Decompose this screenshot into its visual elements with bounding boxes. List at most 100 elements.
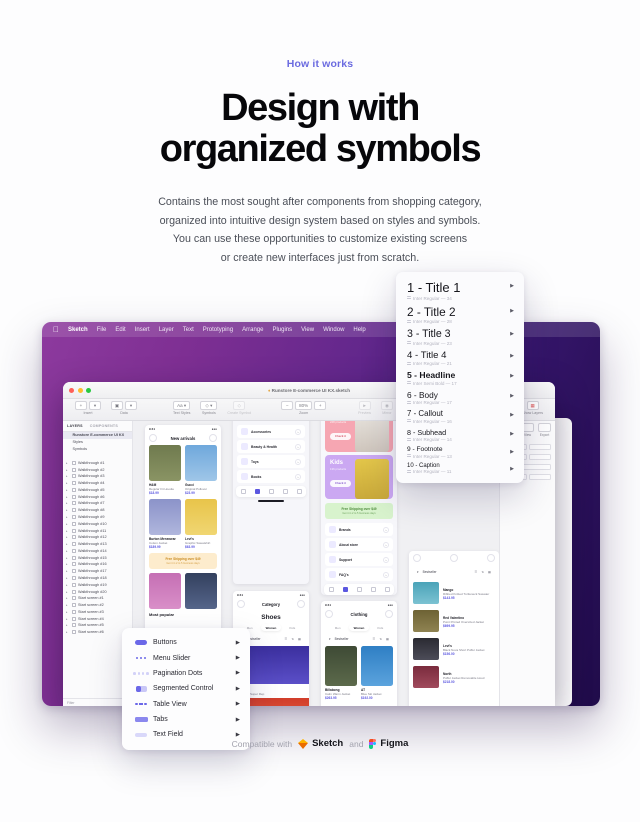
profile-icon[interactable] (296, 489, 302, 494)
disclosure-triangle-icon[interactable]: ▸ (66, 603, 69, 607)
inspector-export-button[interactable]: Export (537, 423, 552, 437)
component-row[interactable]: Buttons ▶ (122, 635, 250, 650)
search-icon[interactable] (450, 554, 458, 562)
chevron-right-icon[interactable]: › (383, 571, 389, 578)
layers-list-item[interactable]: ▸ Walkthrough #10 (63, 520, 132, 527)
inspector-field[interactable] (528, 444, 551, 450)
chevron-right-icon[interactable]: ▶ (236, 655, 240, 661)
zoom-out-icon[interactable]: − (281, 401, 294, 410)
typography-style-row[interactable]: 6 - Body Inter Regular — 17 ▶ (396, 389, 524, 409)
chevron-right-icon[interactable]: ▶ (510, 412, 514, 418)
layers-list-item[interactable]: ▸ Walkthrough #6 (63, 493, 132, 500)
chevron-right-icon[interactable]: › (295, 473, 301, 480)
layers-list-item[interactable]: ▸ Walkthrough #2 (63, 466, 132, 473)
menu-item-window[interactable]: Window (323, 327, 344, 333)
chevron-right-icon[interactable]: ▶ (510, 393, 514, 399)
typography-style-row[interactable]: 10 - Caption Inter Regular — 11 ▶ (396, 462, 524, 478)
disclosure-triangle-icon[interactable]: ▸ (66, 590, 69, 594)
layers-toggle-icon[interactable]: ▦ (526, 401, 539, 410)
filter-bar[interactable]: ▾ Bestseller ☰ ⇅ ▦ (325, 634, 393, 644)
typography-styles-panel[interactable]: 1 - Title 1 Inter Regular — 34 ▶ 2 - Title … (396, 272, 524, 483)
menu-item-arrange[interactable]: Arrange (242, 327, 263, 333)
chevron-right-icon[interactable]: › (295, 458, 301, 465)
disclosure-triangle-icon[interactable]: ▸ (66, 488, 69, 492)
category-row[interactable]: Accessories › (237, 425, 305, 438)
sort-icon[interactable]: ⇅ (481, 570, 484, 574)
layers-list-item[interactable]: ▸ Start screen #4 (63, 615, 132, 622)
segment-men[interactable]: Men (330, 624, 346, 631)
segment-women[interactable]: Women (260, 624, 282, 631)
category-row[interactable]: Beauty & Health › (237, 440, 305, 453)
chevron-right-icon[interactable]: › (383, 541, 389, 548)
disclosure-triangle-icon[interactable]: ▸ (66, 501, 69, 505)
symbols-icon[interactable]: ◇ ▾ (200, 401, 218, 410)
menu-item-prototyping[interactable]: Prototyping (203, 327, 233, 333)
layers-list-item[interactable]: ▸ Walkthrough #11 (63, 527, 132, 534)
product-image[interactable] (149, 573, 181, 609)
typography-style-row[interactable]: 5 - Headline Inter Semi Bold — 17 ▶ (396, 369, 524, 389)
back-icon[interactable] (325, 610, 333, 618)
inspector-field[interactable] (528, 454, 551, 460)
segmented-control[interactable]: Men Women Kids (321, 624, 397, 631)
component-row[interactable]: Table View ▶ (122, 697, 250, 712)
disclosure-triangle-icon[interactable]: ▸ (66, 562, 69, 566)
product-card[interactable]: Billabong Calm Warm Jacket $263.95 (325, 646, 357, 700)
chevron-right-icon[interactable]: › (383, 526, 389, 533)
mirror-icon[interactable]: ◉ (380, 401, 393, 410)
segment-kids[interactable]: Kids (372, 624, 388, 631)
sort-icon[interactable]: ⇅ (291, 637, 294, 641)
layers-list-item[interactable]: ▸ Walkthrough #16 (63, 561, 132, 568)
chevron-right-icon[interactable]: ▶ (236, 640, 240, 646)
cart-icon[interactable] (384, 610, 393, 618)
typography-style-row[interactable]: 9 - Footnote Inter Regular — 13 ▶ (396, 445, 524, 462)
typography-style-row[interactable]: 1 - Title 1 Inter Regular — 34 ▶ (396, 279, 524, 304)
disclosure-triangle-icon[interactable]: ▸ (66, 610, 69, 614)
layers-list-item[interactable]: ▸ Walkthrough #20 (63, 588, 132, 595)
list-item[interactable]: Red Valentino Point Printed Oversized Ja… (409, 607, 499, 635)
disclosure-triangle-icon[interactable]: ▸ (66, 515, 69, 519)
menu-item-plugins[interactable]: Plugins (272, 327, 292, 333)
layers-list-item[interactable]: ▸ Walkthrough #19 (63, 581, 132, 588)
data-icon[interactable]: ▣ (111, 401, 123, 410)
tab-components[interactable]: COMPONENTS (90, 424, 118, 428)
search-icon[interactable] (209, 434, 217, 442)
chevron-right-icon[interactable]: ▶ (236, 717, 240, 723)
disclosure-triangle-icon[interactable]: ▸ (66, 522, 69, 526)
menu-icon[interactable] (149, 434, 157, 442)
grid-icon[interactable]: ▦ (386, 637, 389, 641)
promo-banner[interactable]: Free Shipping over $49 Get it in 2 to 5 … (149, 553, 217, 569)
sort-icon[interactable]: ⇅ (379, 637, 382, 641)
disclosure-triangle-icon[interactable]: ▸ (66, 542, 69, 546)
zoom-level-value[interactable]: 80% (295, 401, 313, 410)
cart-icon[interactable] (487, 554, 495, 562)
menu-item-sketch[interactable]: Sketch (68, 327, 88, 333)
category-card-women[interactable]: Women 248 products Check it (325, 421, 393, 452)
figma-brand[interactable]: Figma (369, 738, 408, 749)
category-card-cta[interactable]: Check it (330, 479, 351, 487)
category-card-cta[interactable]: Check it (330, 432, 351, 440)
filter-icon[interactable]: ☰ (372, 637, 375, 641)
layers-item-styles[interactable]: Styles (63, 439, 132, 446)
menu-item-insert[interactable]: Insert (135, 327, 150, 333)
back-icon[interactable] (413, 554, 421, 562)
tab-bar[interactable] (324, 584, 394, 595)
menu-item-view[interactable]: View (301, 327, 314, 333)
layers-list-item[interactable]: ▸ Walkthrough #13 (63, 541, 132, 548)
filter-icon[interactable]: ☰ (474, 570, 477, 574)
chevron-right-icon[interactable]: ▶ (510, 431, 514, 437)
home-icon[interactable] (240, 489, 246, 494)
artboard-home-categories[interactable]: Women 248 products Check it Kids 136 pro… (321, 421, 397, 595)
filter-icon[interactable]: ☰ (284, 637, 287, 641)
chevron-right-icon[interactable]: ▶ (510, 308, 514, 314)
profile-icon[interactable] (384, 587, 390, 592)
tab-bar[interactable] (236, 486, 306, 497)
disclosure-triangle-icon[interactable]: ▸ (66, 495, 69, 499)
layers-list-item[interactable]: ▸ Start screen #1 (63, 595, 132, 602)
disclosure-triangle-icon[interactable]: ▸ (66, 549, 69, 553)
menu-item-layer[interactable]: Layer (159, 327, 174, 333)
product-image[interactable] (185, 573, 217, 609)
disclosure-triangle-icon[interactable]: ▸ (66, 535, 69, 539)
disclosure-triangle-icon[interactable]: ▸ (66, 474, 69, 478)
layers-document-row[interactable]: Runstore E-commerce UI KX (63, 432, 132, 439)
typography-style-row[interactable]: 7 - Callout Inter Regular — 16 ▶ (396, 408, 524, 427)
